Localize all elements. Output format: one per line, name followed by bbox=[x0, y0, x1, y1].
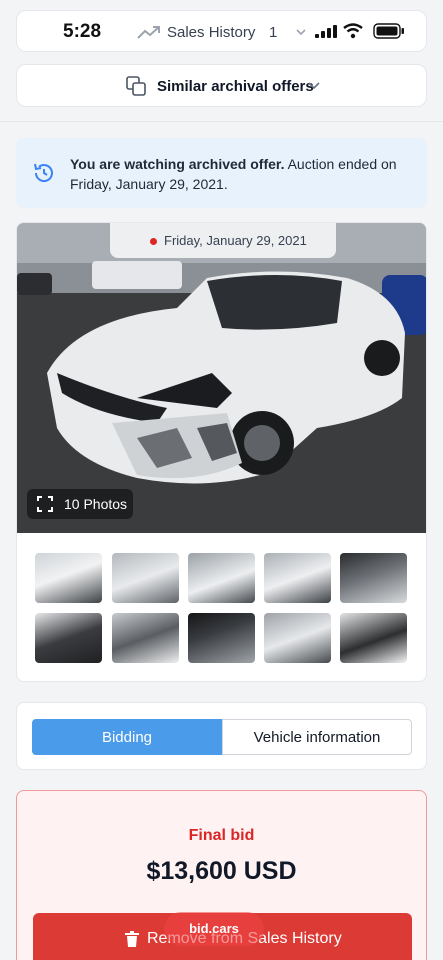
tabs-card: Bidding Vehicle information bbox=[16, 702, 427, 770]
similar-offers-label: Similar archival offers bbox=[157, 78, 314, 95]
chevron-down-icon bbox=[308, 82, 320, 90]
signal-icon bbox=[315, 25, 337, 38]
thumbnail[interactable] bbox=[188, 553, 255, 603]
divider bbox=[0, 121, 443, 122]
status-dot bbox=[150, 238, 157, 245]
trend-icon bbox=[137, 26, 160, 39]
notice-bold-text: You are watching archived offer. bbox=[70, 156, 285, 172]
car-photo-image bbox=[17, 223, 426, 533]
photos-count-label: 10 Photos bbox=[64, 496, 128, 512]
watermark-badge: bid.cars bbox=[164, 912, 264, 946]
history-icon bbox=[34, 163, 53, 182]
photos-count-button[interactable]: 10 Photos bbox=[27, 489, 133, 519]
sales-history-count: 1 bbox=[269, 24, 278, 41]
auction-date: Friday, January 29, 2021 bbox=[164, 233, 307, 248]
battery-icon bbox=[373, 23, 404, 39]
notice-text: You are watching archived offer. Auction… bbox=[70, 154, 410, 194]
archived-notice: You are watching archived offer. Auction… bbox=[16, 138, 427, 208]
thumbnail[interactable] bbox=[35, 613, 102, 663]
final-bid-value: $13,600 USD bbox=[146, 857, 297, 885]
auction-date-badge: Friday, January 29, 2021 bbox=[110, 223, 336, 258]
status-bar: 5:28 Sales History 1 bbox=[16, 10, 427, 52]
thumbnail[interactable] bbox=[340, 553, 407, 603]
thumbnail[interactable] bbox=[188, 613, 255, 663]
copy-icon bbox=[126, 76, 146, 96]
tab-vehicle-information[interactable]: Vehicle information bbox=[222, 719, 412, 755]
similar-offers-dropdown[interactable]: Similar archival offers bbox=[16, 64, 427, 107]
thumbnail[interactable] bbox=[35, 553, 102, 603]
chevron-down-icon[interactable] bbox=[295, 27, 307, 37]
main-photo[interactable]: Friday, January 29, 2021 10 Photos bbox=[17, 223, 426, 533]
final-bid-label: Final bid bbox=[188, 827, 255, 844]
sales-history-link[interactable]: Sales History bbox=[167, 24, 255, 41]
thumbnail[interactable] bbox=[340, 613, 407, 663]
trash-icon bbox=[125, 931, 139, 947]
thumbnail[interactable] bbox=[264, 553, 331, 603]
status-time: 5:28 bbox=[63, 21, 102, 42]
expand-icon bbox=[37, 496, 53, 512]
thumbnail[interactable] bbox=[112, 613, 179, 663]
thumbnail[interactable] bbox=[264, 613, 331, 663]
wifi-icon bbox=[343, 23, 363, 39]
thumbnail[interactable] bbox=[112, 553, 179, 603]
gallery-card: Friday, January 29, 2021 10 Photos bbox=[16, 222, 427, 682]
tab-bidding[interactable]: Bidding bbox=[32, 719, 222, 755]
